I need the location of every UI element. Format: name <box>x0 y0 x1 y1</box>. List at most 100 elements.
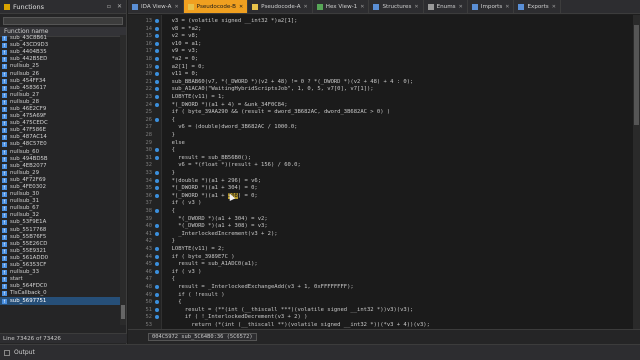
tab-pseudocode-a[interactable]: Pseudocode-A ✕ <box>248 0 313 13</box>
function-list-item[interactable]: f sub_4404B35 <box>0 49 120 56</box>
line-marker-dot[interactable] <box>155 117 159 122</box>
tab-enums[interactable]: Enums ✕ <box>424 0 468 13</box>
tab-close-icon[interactable]: ✕ <box>239 4 243 10</box>
function-list-item[interactable]: f start <box>0 276 120 283</box>
function-list-item[interactable]: f nullsub_25 <box>0 63 120 70</box>
tab-close-icon[interactable]: ✕ <box>505 4 509 10</box>
function-list-item[interactable]: f sub_43C8B61 <box>0 35 120 42</box>
function-list-item[interactable]: f sub_55E9321 <box>0 248 120 255</box>
function-list-item[interactable]: f sub_4EB2077 <box>0 163 120 170</box>
function-list-item[interactable]: f sub_475A69F <box>0 113 120 120</box>
function-list-item[interactable]: f sub_56353CF <box>0 262 120 269</box>
maximize-icon[interactable]: ▫ <box>107 3 111 10</box>
function-list-item[interactable]: f nullsub_60 <box>0 149 120 156</box>
function-list-item[interactable]: f sub_494BD5B <box>0 156 120 163</box>
tab-close-icon[interactable]: ✕ <box>459 4 463 10</box>
tab-close-icon[interactable]: ✕ <box>174 4 178 10</box>
function-list-item[interactable]: f sub_48C57E0 <box>0 141 120 148</box>
functions-search-input[interactable] <box>3 17 123 25</box>
tab-hex-view-1[interactable]: Hex View-1 ✕ <box>313 0 370 13</box>
line-marker-dot[interactable] <box>155 315 159 320</box>
line-marker-dot[interactable] <box>155 254 159 259</box>
function-list-item[interactable]: f sub_561ADD0 <box>0 255 120 262</box>
output-toggle[interactable] <box>4 349 10 356</box>
line-marker-dot[interactable] <box>155 209 159 213</box>
line-marker-dot[interactable] <box>155 247 159 251</box>
line-marker-dot[interactable] <box>155 79 159 84</box>
tab-exports[interactable]: Exports ✕ <box>514 0 561 13</box>
function-list-item[interactable]: f sub_5517768 <box>0 227 120 234</box>
function-list-item[interactable]: f sub_43CD9D3 <box>0 42 120 49</box>
function-list-item[interactable]: f sub_442B5ED <box>0 56 120 63</box>
line-marker-dot[interactable] <box>155 262 159 267</box>
function-list-item[interactable]: f sub_5697751 <box>0 297 120 305</box>
line-marker-dot[interactable] <box>155 26 159 31</box>
line-marker-dot[interactable] <box>155 269 159 274</box>
function-list-item[interactable]: f sub_55B76F5 <box>0 234 120 241</box>
tab-close-icon[interactable]: ✕ <box>552 4 556 10</box>
functions-scroll-thumb[interactable] <box>121 305 125 319</box>
function-list-item[interactable]: f sub_4583617 <box>0 85 120 92</box>
line-marker-dot[interactable] <box>155 178 159 183</box>
tab-structures[interactable]: Structures ✕ <box>369 0 424 13</box>
function-list-item[interactable]: f sub_53F9E1A <box>0 219 120 226</box>
function-list-item[interactable]: f sub_55E26CD <box>0 241 120 248</box>
function-list-item[interactable]: f nullsub_26 <box>0 70 120 77</box>
line-marker-dot[interactable] <box>155 300 159 305</box>
line-marker-dot[interactable] <box>155 72 159 77</box>
line-marker-dot[interactable] <box>155 307 159 312</box>
line-marker-dot[interactable] <box>155 186 159 191</box>
line-marker-dot[interactable] <box>155 231 159 236</box>
tab-close-icon[interactable]: ✕ <box>304 4 308 10</box>
line-marker-dot[interactable] <box>155 34 159 39</box>
code-scrollbar[interactable] <box>633 15 640 329</box>
line-marker-dot[interactable] <box>155 64 159 69</box>
line-marker-dot[interactable] <box>155 171 159 175</box>
function-list-item[interactable]: f sub_4FE0302 <box>0 184 120 191</box>
function-list-item[interactable]: f sub_475CEDC <box>0 120 120 127</box>
function-list-item[interactable]: f nullsub_31 <box>0 198 120 205</box>
code-line[interactable]: v6 = (double)dword_3B682AC / 1000.0; <box>165 123 297 131</box>
function-list-item[interactable]: f nullsub_33 <box>0 269 120 276</box>
line-marker-dot[interactable] <box>155 19 159 23</box>
function-list-item[interactable]: f nullsub_29 <box>0 170 120 177</box>
code-line[interactable]: _InterlockedIncrement(v3 + 2); <box>165 230 277 238</box>
function-list-item[interactable]: f sub_564FDC0 <box>0 283 120 290</box>
line-marker-dot[interactable] <box>155 224 159 229</box>
tab-imports[interactable]: Imports ✕ <box>468 0 515 13</box>
line-marker-dot[interactable] <box>155 49 159 54</box>
functions-scrollbar[interactable] <box>120 35 126 325</box>
code-scroll-thumb[interactable] <box>634 25 639 125</box>
code-line[interactable]: if ( byte_39AA290 && (result = dword_3B6… <box>165 108 391 116</box>
line-marker-dot[interactable] <box>155 57 159 61</box>
function-list-item[interactable]: f nullsub_28 <box>0 99 120 106</box>
line-marker-dot[interactable] <box>155 148 159 153</box>
line-marker-dot[interactable] <box>155 95 159 99</box>
function-list-item[interactable]: f sub_46E2CF9 <box>0 106 120 113</box>
tab-ida-view-a[interactable]: IDA View-A ✕ <box>128 0 184 13</box>
function-list-item[interactable]: f nullsub_67 <box>0 205 120 212</box>
line-marker-dot[interactable] <box>155 102 159 107</box>
function-list-item[interactable]: f sub_47F586E <box>0 127 120 134</box>
function-list-item[interactable]: f nullsub_27 <box>0 92 120 99</box>
code-line[interactable]: v6 = *(float *)(result + 156) / 60.0; <box>165 161 301 169</box>
function-list-item[interactable]: f TlsCallback_0 <box>0 290 120 297</box>
tab-close-icon[interactable]: ✕ <box>360 4 364 10</box>
line-marker-dot[interactable] <box>155 285 159 289</box>
line-marker-dot[interactable] <box>155 193 159 198</box>
line-marker-dot[interactable] <box>155 292 159 297</box>
function-list-item[interactable]: f sub_487AC14 <box>0 134 120 141</box>
line-marker-dot[interactable] <box>155 41 159 46</box>
pseudocode-view[interactable]: 13 14 15 16 17 18 19 20 21 22 23 24 25 26 27 28 29 30 31 32… <box>128 15 640 329</box>
code-line[interactable]: return (*(int (__thiscall **)(volatile s… <box>165 321 429 329</box>
function-list-item[interactable]: f nullsub_30 <box>0 191 120 198</box>
function-list-item[interactable]: f sub_4F72F69 <box>0 177 120 184</box>
line-marker-dot[interactable] <box>155 155 159 160</box>
function-list-item[interactable]: f sub_454FF34 <box>0 78 120 85</box>
function-list-item[interactable]: f nullsub_32 <box>0 212 120 219</box>
line-marker-dot[interactable] <box>155 87 159 92</box>
tab-close-icon[interactable]: ✕ <box>414 4 418 10</box>
tab-pseudocode-b[interactable]: Pseudocode-B ✕ <box>183 0 249 13</box>
close-icon[interactable]: ✕ <box>117 3 122 10</box>
code-text[interactable]: v3 = (volatile signed __int32 *)a2[1]; v… <box>165 15 625 329</box>
